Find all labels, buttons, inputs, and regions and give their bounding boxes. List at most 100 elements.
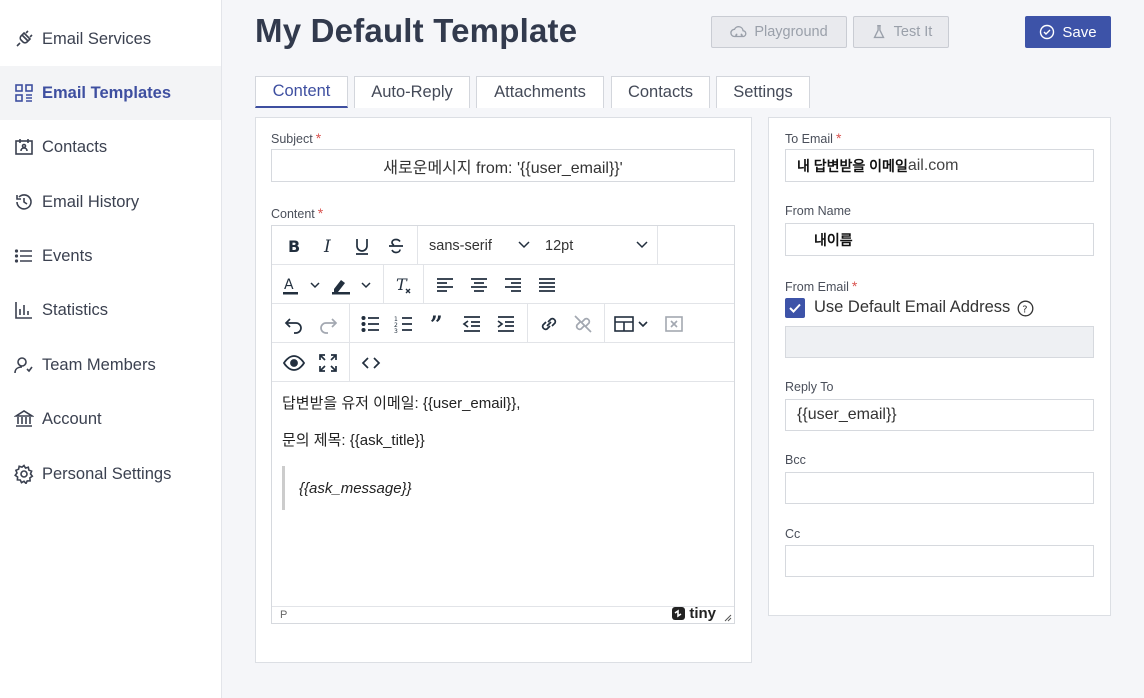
undo-icon[interactable]	[281, 304, 307, 343]
tab-contacts[interactable]: Contacts	[611, 76, 710, 108]
toolbar-row-3: 123 ”	[272, 304, 734, 343]
sidebar-item-label: Email Templates	[42, 83, 171, 102]
fullscreen-icon[interactable]	[315, 343, 341, 382]
sidebar-item-label: Team Members	[42, 355, 156, 374]
svg-text:”: ”	[430, 313, 443, 335]
bcc-input[interactable]	[785, 472, 1094, 504]
align-left-icon[interactable]	[432, 265, 458, 304]
sidebar-item-team-members[interactable]: Team Members	[0, 338, 221, 392]
unlink-icon[interactable]	[570, 304, 596, 343]
bar-chart-icon	[14, 300, 34, 320]
sidebar-item-account[interactable]: Account	[0, 392, 221, 446]
sidebar-item-email-services[interactable]: Email Services	[0, 12, 221, 66]
use-default-email-checkbox[interactable]	[785, 298, 805, 318]
content-label: Content *	[271, 205, 324, 221]
numbered-list-icon[interactable]: 123	[391, 304, 417, 343]
use-default-email-label[interactable]: Use Default Email Address	[814, 298, 1010, 317]
list-icon	[14, 246, 34, 266]
plug-icon	[14, 29, 34, 49]
chevron-down-icon	[517, 237, 531, 255]
sidebar-item-email-templates[interactable]: Email Templates	[0, 66, 221, 120]
redo-icon[interactable]	[315, 304, 341, 343]
link-icon[interactable]	[536, 304, 562, 343]
cc-input[interactable]	[785, 545, 1094, 577]
resize-handle-icon[interactable]	[722, 612, 732, 622]
sidebar-item-events[interactable]: Events	[0, 229, 221, 283]
strikethrough-icon[interactable]	[383, 226, 409, 265]
editor-status-bar: P tiny	[272, 605, 734, 623]
text-color-icon[interactable]: A	[281, 265, 325, 304]
save-label: Save	[1062, 23, 1097, 41]
indent-icon[interactable]	[493, 304, 519, 343]
help-icon[interactable]: ?	[1017, 300, 1034, 317]
italic-icon[interactable]: I	[315, 226, 341, 265]
bullet-list-icon[interactable]	[358, 304, 384, 343]
body-line-2: 문의 제목: {{ask_title}}	[282, 432, 425, 449]
check-circle-icon	[1039, 24, 1055, 40]
body-line-1: 답변받을 유저 이메일: {{user_email}},	[282, 395, 521, 412]
svg-text:A: A	[284, 277, 294, 293]
toolbar-row-2: A T	[272, 265, 734, 304]
font-family-select[interactable]: sans-serif	[429, 226, 531, 265]
underline-icon[interactable]	[349, 226, 375, 265]
tiny-logo-icon	[672, 607, 686, 620]
source-code-icon[interactable]	[358, 343, 384, 382]
sidebar-item-label: Account	[42, 409, 102, 428]
tab-settings[interactable]: Settings	[716, 76, 810, 108]
settings-panel	[768, 117, 1111, 616]
reply-to-label: Reply To	[785, 380, 834, 394]
editor-content[interactable]: 답변받을 유저 이메일: {{user_email}}, 문의 제목: {{as…	[272, 382, 734, 606]
tab-auto-reply[interactable]: Auto-Reply	[354, 76, 470, 108]
tab-content[interactable]: Content	[255, 76, 348, 108]
sidebar-item-personal-settings[interactable]: Personal Settings	[0, 447, 221, 501]
table-icon[interactable]	[613, 304, 653, 343]
sidebar-item-email-history[interactable]: Email History	[0, 175, 221, 229]
svg-text:T: T	[396, 275, 408, 294]
svg-text:3: 3	[394, 328, 398, 335]
history-icon	[14, 192, 34, 212]
save-button[interactable]: Save	[1025, 16, 1111, 48]
sidebar-item-label: Contacts	[42, 137, 108, 156]
from-name-label: From Name	[785, 204, 851, 218]
align-center-icon[interactable]	[466, 265, 492, 304]
clear-formatting-icon[interactable]: T	[390, 265, 416, 304]
from-name-input[interactable]: 내이름	[785, 223, 1094, 256]
from-email-label: From Email *	[785, 278, 858, 294]
reply-to-input[interactable]: {{user_email}}	[785, 399, 1094, 431]
tab-attachments[interactable]: Attachments	[476, 76, 604, 108]
sidebar-item-label: Events	[42, 246, 93, 265]
bcc-label: Bcc	[785, 453, 806, 467]
svg-text:?: ?	[1022, 305, 1027, 316]
blockquote-icon[interactable]: ”	[425, 304, 451, 343]
toolbar-row-1: B I sans-serif 12pt	[272, 226, 734, 265]
cc-label: Cc	[785, 527, 801, 541]
align-justify-icon[interactable]	[534, 265, 560, 304]
gear-icon	[14, 464, 34, 484]
sidebar-item-statistics[interactable]: Statistics	[0, 283, 221, 337]
body-blockquote: {{ask_message}}	[282, 466, 724, 510]
bold-icon[interactable]: B	[281, 226, 307, 265]
subject-input[interactable]: 새로운메시지 from: '{{user_email}}'	[271, 149, 735, 182]
font-size-select[interactable]: 12pt	[545, 226, 649, 265]
outdent-icon[interactable]	[459, 304, 485, 343]
rich-text-editor: B I sans-serif 12pt A T 123 ” 답변받을 유저 이메…	[271, 225, 735, 624]
to-email-label: To Email *	[785, 130, 842, 146]
preview-icon[interactable]	[281, 343, 307, 382]
from-email-input[interactable]	[785, 326, 1094, 358]
checkmark-icon	[789, 303, 801, 313]
to-email-input[interactable]: 내 답변받을 이메일 ail.com	[785, 149, 1094, 182]
tiny-logo[interactable]: tiny	[671, 605, 716, 622]
align-right-icon[interactable]	[500, 265, 526, 304]
playground-button[interactable]: Playground	[711, 16, 847, 48]
playground-label: Playground	[754, 24, 828, 40]
sidebar-item-contacts[interactable]: Contacts	[0, 120, 221, 174]
element-path[interactable]: P	[280, 609, 287, 621]
sidebar-item-label: Email History	[42, 192, 140, 211]
sidebar: Email Services Email Templates Contacts …	[0, 0, 222, 698]
team-icon	[14, 355, 34, 375]
page-title: My Default Template	[255, 12, 578, 49]
delete-table-icon[interactable]	[661, 304, 687, 343]
test-it-button[interactable]: Test It	[853, 16, 949, 48]
highlight-color-icon[interactable]	[330, 265, 376, 304]
templates-icon	[14, 83, 34, 103]
